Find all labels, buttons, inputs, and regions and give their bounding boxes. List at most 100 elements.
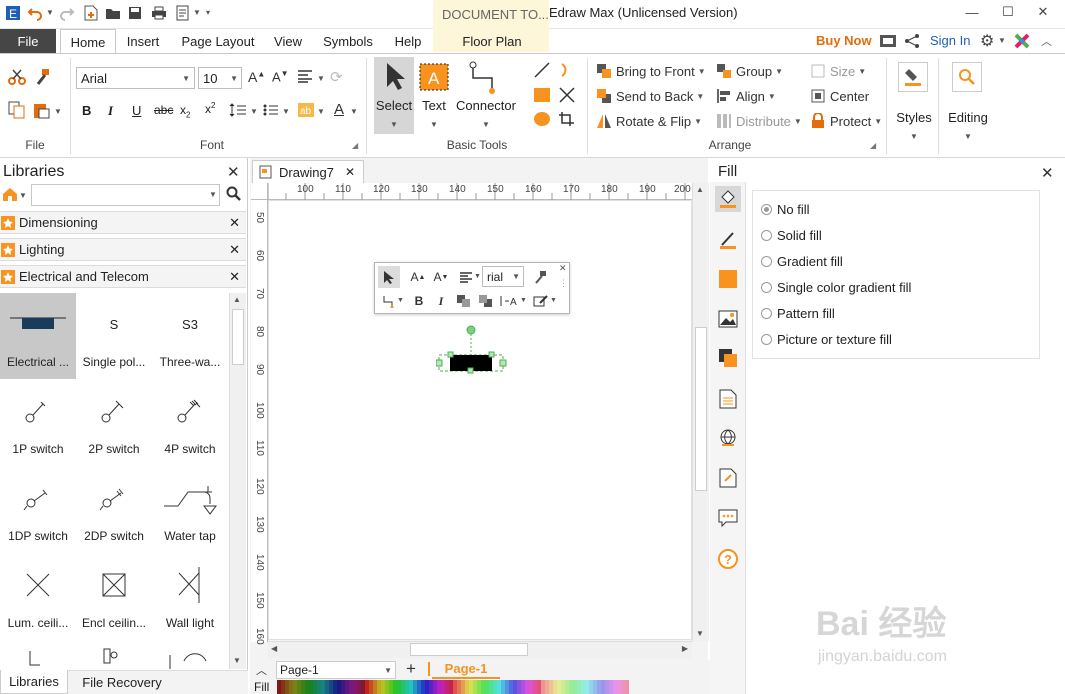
canvas-h-scroll-thumb[interactable]: [410, 643, 528, 656]
shadow-tool-icon[interactable]: [715, 266, 741, 292]
close-window-button[interactable]: ✕: [1028, 2, 1058, 22]
close-libraries-icon[interactable]: ✕: [227, 163, 240, 181]
shape-encl-ceiling[interactable]: Encl ceilin...: [76, 554, 152, 640]
shape-wall-light[interactable]: Wall light: [152, 554, 228, 640]
text-rotate-icon[interactable]: ⟳: [330, 68, 343, 86]
underline-button[interactable]: U: [132, 103, 141, 118]
align-button[interactable]: Align ▼: [716, 86, 776, 106]
editing-button[interactable]: Editing: [940, 110, 996, 125]
font-color-icon[interactable]: A: [334, 101, 344, 118]
shape-water-tap[interactable]: Water tap: [152, 467, 228, 553]
shape-lum-ceiling[interactable]: Lum. ceili...: [0, 554, 76, 640]
distribute-button[interactable]: Distribute ▼: [716, 111, 802, 131]
select-dropdown-icon[interactable]: ▼: [390, 120, 398, 129]
libraries-scrollbar[interactable]: ▲ ▼: [229, 293, 246, 669]
rectangle-tool-icon[interactable]: [533, 87, 551, 103]
close-category-icon[interactable]: ✕: [229, 215, 240, 231]
open-folder-icon[interactable]: [104, 4, 122, 22]
image-tool-icon[interactable]: [715, 306, 741, 332]
increase-font-icon[interactable]: A▲: [248, 69, 265, 85]
library-category-lighting[interactable]: Lighting ✕: [0, 238, 246, 261]
tab-file-recovery[interactable]: File Recovery: [76, 672, 168, 692]
shape-2p-switch[interactable]: 2P switch: [76, 380, 152, 466]
close-category-icon[interactable]: ✕: [229, 269, 240, 285]
font-name-select[interactable]: Arial ▼: [76, 67, 195, 89]
libraries-scroll-thumb[interactable]: [232, 309, 244, 365]
shape-three-way[interactable]: S3 Three-wa...: [152, 293, 228, 379]
editing-dropdown-icon[interactable]: ▼: [964, 132, 972, 141]
font-dialog-launcher-icon[interactable]: ◢: [352, 141, 358, 150]
float-connector-dropdown-icon[interactable]: ▼: [397, 297, 404, 304]
arc-tool-icon[interactable]: [558, 62, 576, 78]
minimize-button[interactable]: —: [957, 2, 987, 22]
buy-now-link[interactable]: Buy Now: [816, 33, 872, 48]
paste-icon[interactable]: [33, 101, 51, 119]
highlight-dropdown-icon[interactable]: ▼: [317, 107, 325, 116]
align-dropdown-icon[interactable]: ▼: [317, 74, 325, 83]
page-select[interactable]: Page-1 ▼: [276, 661, 396, 679]
float-select-icon[interactable]: [378, 266, 400, 288]
cart-icon[interactable]: [879, 33, 897, 49]
decrease-font-icon[interactable]: A▼: [272, 69, 289, 84]
tab-libraries[interactable]: Libraries: [0, 670, 68, 694]
settings-gear-icon[interactable]: ⚙: [980, 31, 994, 51]
tab-floor-plan[interactable]: Floor Plan: [450, 29, 534, 54]
text-highlight-icon[interactable]: ab: [297, 102, 315, 118]
customize-quick-access-icon[interactable]: ▾: [206, 8, 210, 17]
shape-single-pole[interactable]: S Single pol...: [76, 293, 152, 379]
sign-in-link[interactable]: Sign In: [930, 33, 970, 48]
library-category-electrical[interactable]: Electrical and Telecom ✕: [0, 265, 246, 288]
scroll-down-icon[interactable]: ▼: [233, 656, 241, 665]
copy-icon[interactable]: [8, 101, 26, 119]
hyperlink-globe-icon[interactable]: [715, 425, 741, 451]
library-home-icon[interactable]: [2, 186, 18, 202]
arrange-dialog-launcher-icon[interactable]: ◢: [870, 141, 876, 150]
fill-option-solid[interactable]: Solid fill: [761, 225, 822, 245]
scroll-right-icon[interactable]: ▶: [682, 644, 688, 653]
page-property-icon[interactable]: [715, 386, 741, 412]
protect-button[interactable]: Protect ▼: [810, 111, 882, 131]
shape-electrical-panel[interactable]: Electrical ...: [0, 293, 76, 379]
canvas-horizontal-scrollbar[interactable]: ◀ ▶: [268, 641, 692, 658]
bullet-dropdown-icon[interactable]: ▼: [282, 107, 290, 116]
cross-tool-icon[interactable]: [558, 87, 576, 103]
float-font-select[interactable]: rial ▼: [482, 266, 524, 287]
save-icon[interactable]: [126, 4, 144, 22]
settings-dropdown-icon[interactable]: ▼: [998, 36, 1006, 45]
cut-icon[interactable]: [8, 68, 26, 86]
line-tool-icon[interactable]: [533, 62, 551, 78]
scroll-down-icon[interactable]: ▼: [696, 629, 704, 638]
scroll-left-icon[interactable]: ◀: [271, 644, 277, 653]
format-painter-icon[interactable]: [33, 68, 51, 86]
group-button[interactable]: Group ▼: [716, 61, 783, 81]
styles-button[interactable]: Styles: [888, 110, 940, 125]
maximize-button[interactable]: ☐: [993, 2, 1023, 22]
tab-home[interactable]: Home: [60, 29, 116, 54]
add-page-icon[interactable]: +: [406, 659, 416, 679]
bullet-list-icon[interactable]: [263, 103, 279, 117]
library-search-dropdown-icon[interactable]: ▼: [209, 190, 217, 199]
fill-option-pattern[interactable]: Pattern fill: [761, 303, 835, 323]
selected-shape[interactable]: [436, 324, 508, 376]
float-format-painter-icon[interactable]: [529, 266, 551, 288]
undo-dropdown-icon[interactable]: ▼: [46, 8, 54, 17]
share-icon[interactable]: [904, 33, 920, 49]
rotate-flip-button[interactable]: Rotate & Flip ▼: [596, 111, 702, 131]
palette-swatch[interactable]: [625, 680, 629, 694]
subscript-button[interactable]: x2: [180, 103, 190, 119]
crop-tool-icon[interactable]: [558, 111, 576, 127]
layer-tool-icon[interactable]: [715, 345, 741, 371]
comment-icon[interactable]: [715, 505, 741, 531]
styles-dropdown-icon[interactable]: ▼: [910, 132, 918, 141]
float-send-back-icon[interactable]: [475, 290, 497, 312]
tab-page-layout[interactable]: Page Layout: [176, 29, 260, 54]
send-to-back-button[interactable]: Send to Back ▼: [596, 86, 704, 106]
fill-option-gradient[interactable]: Gradient fill: [761, 251, 843, 271]
float-text-position-dropdown-icon[interactable]: ▼: [520, 297, 527, 304]
redo-icon[interactable]: [58, 4, 76, 22]
document-tab[interactable]: Drawing7 ✕: [252, 160, 364, 183]
fill-option-picture[interactable]: Picture or texture fill: [761, 329, 892, 349]
float-text-position-icon[interactable]: A: [499, 290, 521, 312]
ellipse-tool-icon[interactable]: [533, 111, 551, 127]
float-italic-button[interactable]: I: [430, 290, 452, 312]
